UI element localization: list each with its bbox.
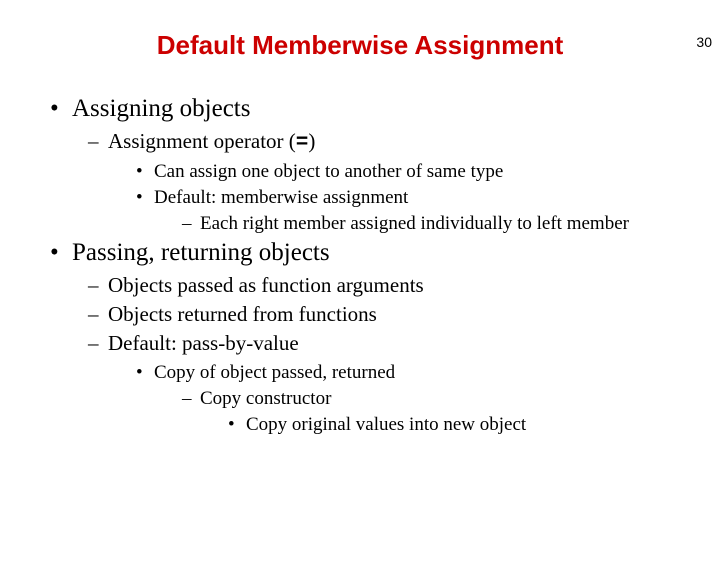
page-number: 30 <box>696 34 712 50</box>
text-fragment: ) <box>308 129 315 153</box>
point-copy-original-values: Copy original values into new object <box>226 414 700 436</box>
sub-pass-by-value: Default: pass-by-value Copy of object pa… <box>86 331 700 436</box>
bullet-text: Copy of object passed, returned <box>154 362 395 383</box>
bullet-assigning-objects: Assigning objects Assignment operator (=… <box>44 95 700 235</box>
bullet-text: Assigning objects <box>72 95 250 122</box>
point-copy-constructor: Copy constructor Copy original values in… <box>180 388 700 436</box>
point-default-memberwise: Default: memberwise assignment Each righ… <box>134 187 700 235</box>
bullet-text: Passing, returning objects <box>72 239 330 266</box>
bullet-passing-returning: Passing, returning objects Objects passe… <box>44 239 700 436</box>
sub-returned-from-funcs: Objects returned from functions <box>86 302 700 327</box>
slide-content: Assigning objects Assignment operator (=… <box>0 95 720 436</box>
sub-passed-as-args: Objects passed as function arguments <box>86 273 700 298</box>
point-copy-of-object: Copy of object passed, returned Copy con… <box>134 362 700 436</box>
slide: 30 Default Memberwise Assignment Assigni… <box>0 30 720 570</box>
point-each-member: Each right member assigned individually … <box>180 213 700 235</box>
point-can-assign: Can assign one object to another of same… <box>134 161 700 183</box>
bullet-text: Default: pass-by-value <box>108 331 299 355</box>
sub-assignment-operator: Assignment operator (=) Can assign one o… <box>86 129 700 235</box>
bullet-text: Copy constructor <box>200 388 331 409</box>
slide-title: Default Memberwise Assignment <box>0 30 720 61</box>
equals-operator: = <box>296 132 309 155</box>
bullet-text: Default: memberwise assignment <box>154 187 408 208</box>
text-fragment: Assignment operator ( <box>108 129 296 153</box>
